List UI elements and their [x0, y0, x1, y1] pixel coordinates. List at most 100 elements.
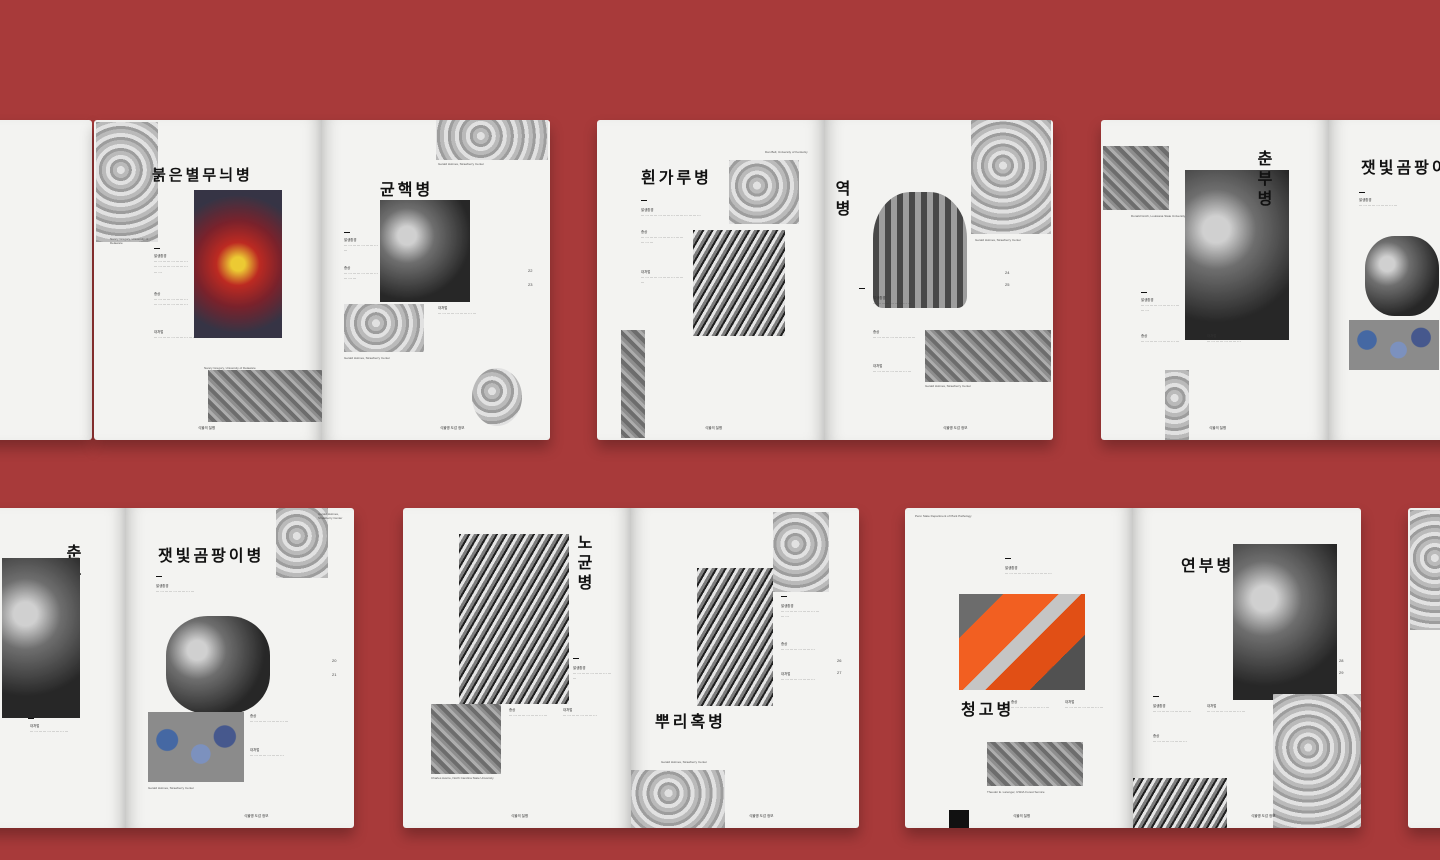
body-text: ··· ··· ··· ··· ··· ··· ··· ··· ··· ··· …: [344, 272, 378, 282]
body-text: ··· ··· ··· ··· ··· ··· ··· ··· ···: [1141, 340, 1180, 344]
section-label: 증상: [1011, 700, 1018, 704]
section-label: 발생환경: [641, 208, 654, 212]
body-text: ··· ··· ··· ··· ··· ··· ··· ···: [250, 754, 284, 758]
magazine-spreads-mockup: 20 Nancy Gregory, University of Delaware…: [0, 0, 1440, 860]
photo: [1233, 544, 1337, 700]
body-text: ··· ··· ··· ··· ··· ··· ··· ···: [781, 648, 815, 652]
footer: 식물의 질병: [1209, 426, 1227, 430]
photo: [873, 192, 967, 308]
photo: [344, 304, 424, 352]
spread-downy-mildew: 노균병 발생환경 ··· ··· ··· ··· ··· ··· ··· ···…: [403, 508, 859, 828]
photo: [697, 568, 773, 706]
divider-tick: [573, 658, 579, 659]
section-label: 발생환경: [1141, 298, 1154, 302]
page-number: 27: [837, 670, 842, 675]
body-text: ··· ··· ··· ··· ··· ··· ··· ··· ···: [1153, 710, 1192, 714]
photo-caption: Gerald Holmes, Strawberry Center: [975, 238, 1022, 242]
section-label: 증상: [344, 266, 351, 270]
section-label: 증상: [1141, 334, 1148, 338]
photo: [1365, 236, 1439, 316]
divider-tick: [28, 718, 34, 719]
photo: [148, 712, 244, 782]
body-text: ··· ··· ··· ··· ··· ··· ··· ··· ··· ··· …: [154, 298, 188, 308]
photo: [1349, 320, 1439, 370]
footer: 식물병 도감 정보: [943, 426, 968, 430]
footer: 식물병 도감 정보: [440, 426, 465, 430]
body-text: ··· ··· ··· ··· ··· ··· ··· ··· ···: [1065, 706, 1104, 710]
photo: [1165, 370, 1189, 440]
divider-tick: [156, 576, 162, 577]
photo-caption: Theodor E. Larenger, USDA Forest Service: [987, 790, 1045, 794]
body-text: ··· ··· ··· ··· ··· ··· ··· ··· ··· ··· …: [641, 214, 701, 218]
photo-caption: Gerald Holmes, Strawberry Center: [661, 760, 708, 764]
spread-partial-left: 20: [0, 120, 92, 440]
photo-caption: Nancy Gregory, University of Delaware: [110, 237, 149, 245]
disease-title: 연부병: [1181, 556, 1235, 575]
body-text: ··· ··· ··· ··· ··· ··· ··· ··· ··· ··· …: [154, 260, 188, 275]
divider-tick: [859, 288, 865, 289]
divider-tick: [641, 200, 647, 201]
section-label: 증상: [873, 330, 880, 334]
disease-title: 노균병: [574, 534, 593, 594]
disease-title: 청고병: [961, 700, 1015, 719]
divider-tick: [1141, 292, 1147, 293]
section-label: 대처법: [1065, 700, 1075, 704]
photo-caption: Gerald Holmes, Strawberry Center: [318, 512, 343, 520]
page-right: 발생환경 ··· ··· ··· ··· ··· ··· ··· ··· ···…: [631, 508, 859, 828]
body-text: ··· ··· ··· ··· ··· ··· ··· ··· ··· ··· …: [1005, 572, 1052, 576]
spread-blight-gray-mold-2: 춘부병 대처법 ··· ··· ··· ··· ··· ··· ··· ··· …: [0, 508, 354, 828]
photo-caption: Donald Groth, Louisiana State University: [1131, 214, 1186, 218]
body-text: ··· ··· ··· ··· ··· ··· ··· ··· ···: [509, 714, 548, 718]
page-left: Penn State Department of Plant Pathology…: [905, 508, 1133, 828]
section-label: 발생환경: [573, 666, 586, 670]
page-left: Donald Groth, Louisiana State University…: [1101, 120, 1329, 440]
section-label: 증상: [781, 642, 788, 646]
photo: [1133, 778, 1227, 828]
photo-color: [194, 190, 282, 338]
page-right: 잿빛곰팡이병 발생환경 ··· ··· ··· ··· ··· ··· ··· …: [1329, 120, 1440, 440]
body-text: ··· ··· ··· ··· ··· ··· ··· ··· ···: [873, 302, 912, 306]
photo: [2, 558, 80, 718]
photo: [621, 330, 645, 438]
page-left: Nancy Gregory, University of Delaware 붉은…: [94, 120, 322, 440]
page-number: 21: [332, 672, 337, 677]
body-text: ··· ··· ··· ··· ··· ··· ··· ··· ··· ··· …: [641, 276, 684, 286]
body-text: ··· ··· ··· ··· ··· ··· ··· ··· ··· ··· …: [1141, 304, 1180, 314]
section-label: 대처법: [1207, 334, 1217, 338]
body-text: ··· ··· ··· ··· ··· ··· ··· ··· ···: [873, 370, 912, 374]
body-text: ··· ··· ··· ··· ··· ··· ··· ··· ···: [1359, 204, 1398, 208]
photo: [971, 120, 1051, 234]
spread-powdery-mildew: 흰가루병 Dan Bell, University of Kentucky 발생…: [597, 120, 1053, 440]
section-label: 증상: [509, 708, 516, 712]
photo-caption: Charles Averre, North Carolina State Uni…: [431, 776, 494, 780]
disease-title: 균핵병: [380, 180, 434, 199]
section-label: 발생환경: [873, 296, 886, 300]
spread-partial-right: [1408, 508, 1440, 828]
footer: 식물병 도감 정보: [1251, 814, 1276, 818]
photo-caption: Gerald Holmes, Strawberry Center: [344, 356, 391, 360]
page-number: 28: [1339, 658, 1344, 663]
photo: [380, 200, 470, 302]
section-label: 발생환경: [1005, 566, 1018, 570]
spread-red-star-disease: Nancy Gregory, University of Delaware 붉은…: [94, 120, 550, 440]
photo: [773, 512, 829, 592]
section-label: 발생환경: [781, 604, 794, 608]
photo: [729, 160, 799, 224]
spread-blue-rot-soft-rot: Penn State Department of Plant Pathology…: [905, 508, 1361, 828]
photo-caption: Gerald Holmes, Strawberry Center: [148, 786, 195, 790]
disease-title: 뿌리혹병: [655, 712, 726, 731]
body-text: ··· ··· ··· ··· ··· ··· ··· ··· ···: [344, 244, 378, 254]
body-text: ··· ··· ··· ··· ··· ··· ··· ··· ···: [30, 730, 69, 734]
footer: 식물의 질병: [511, 814, 529, 818]
page-right: 20: [0, 120, 92, 440]
body-text: ··· ··· ··· ··· ··· ··· ··· ··· ···: [1207, 710, 1246, 714]
photo-caption: Gerald Holmes, Strawberry Center: [925, 384, 972, 388]
body-text: ··· ··· ··· ··· ··· ··· ··· ···: [1207, 340, 1241, 344]
photo: [1103, 146, 1169, 210]
section-label: 대처법: [641, 270, 651, 274]
black-block: [949, 810, 969, 828]
page-left: 노균병 발생환경 ··· ··· ··· ··· ··· ··· ··· ···…: [403, 508, 631, 828]
section-label: 증상: [1153, 734, 1160, 738]
section-label: 발생환경: [156, 584, 169, 588]
disease-title: 붉은별무늬병: [152, 166, 253, 184]
